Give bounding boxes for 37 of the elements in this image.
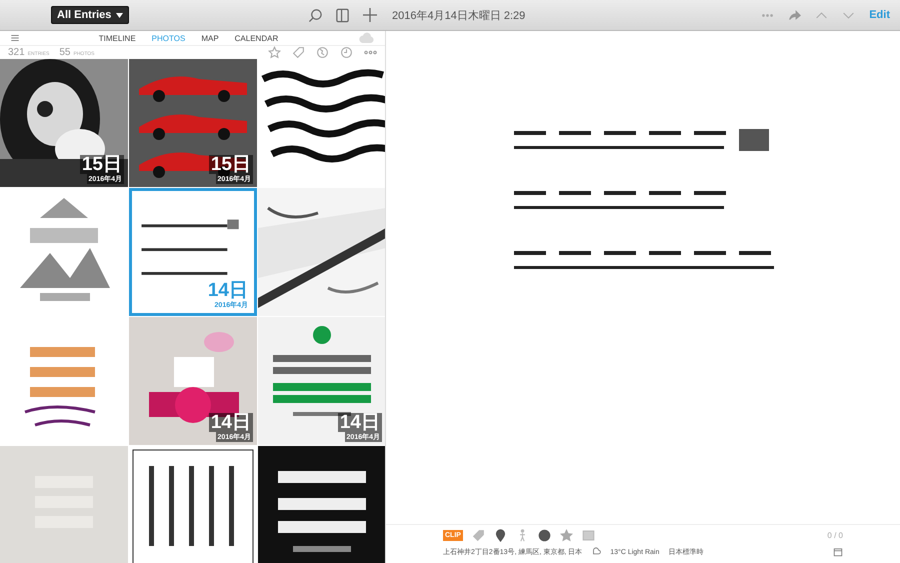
plus-icon — [362, 7, 378, 23]
photo-counter: 0 / 0 — [827, 531, 843, 540]
day-label: 15日 — [80, 155, 124, 174]
entry-date: 2016年4月14日木曜日 2:29 — [392, 8, 526, 22]
cloud-icon — [357, 31, 375, 45]
share-button[interactable] — [788, 8, 802, 22]
sidebar-toggle-button[interactable] — [335, 8, 350, 22]
journal-menu[interactable]: All Entries — [51, 6, 130, 24]
menu-icon — [10, 33, 20, 43]
sidebar-icon — [335, 8, 350, 22]
search-icon — [308, 8, 323, 22]
day-label: 14日 — [206, 281, 249, 300]
day-label: 15日 — [208, 155, 253, 174]
map-pin-icon — [494, 529, 507, 542]
star-icon — [560, 529, 573, 542]
day-label: 14日 — [208, 413, 253, 432]
day-label: 14日 — [338, 413, 382, 432]
clock-filter-button[interactable] — [340, 46, 353, 59]
view-tab[interactable]: MAP — [201, 34, 219, 42]
clock-icon — [538, 529, 551, 542]
search-button[interactable] — [308, 8, 323, 22]
image-icon — [582, 529, 595, 542]
view-tab[interactable]: CALENDAR — [234, 34, 278, 42]
sync-button[interactable] — [357, 31, 375, 45]
calendar-icon — [833, 547, 843, 557]
caret-icon — [116, 12, 124, 18]
tag-filter-button[interactable] — [292, 46, 305, 59]
share-icon — [788, 8, 802, 22]
tag-icon — [292, 46, 305, 59]
calendar-button[interactable] — [833, 547, 843, 557]
view-tab[interactable]: TIMELINE — [98, 34, 136, 42]
star-icon — [268, 46, 281, 59]
starred-filter-button[interactable] — [268, 46, 281, 59]
add-button[interactable] — [362, 7, 378, 23]
tag-icon — [472, 529, 485, 542]
clock-icon — [340, 46, 353, 59]
menu-button[interactable] — [10, 33, 20, 43]
